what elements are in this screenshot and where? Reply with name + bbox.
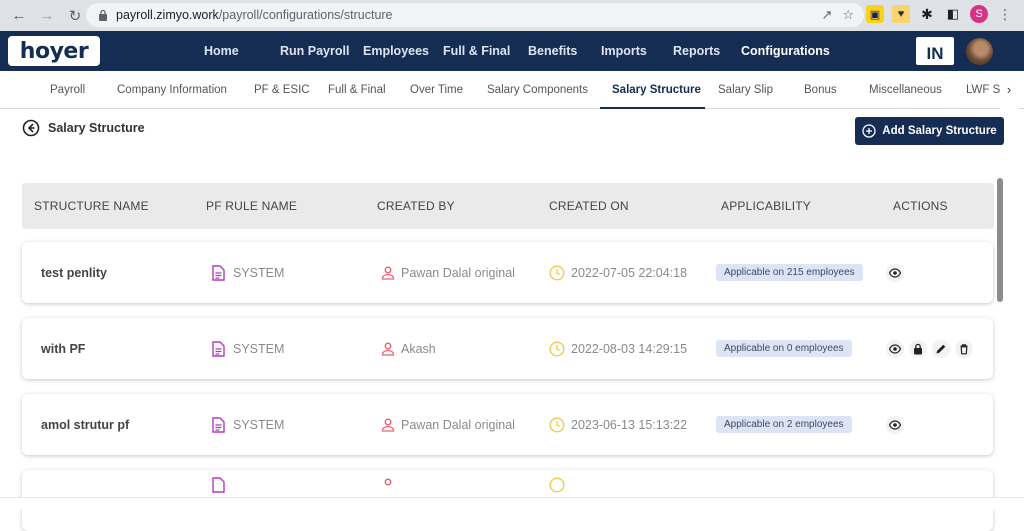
nav-configurations[interactable]: Configurations	[741, 44, 841, 58]
user-icon	[381, 266, 395, 280]
viewport-bottom-edge	[0, 497, 1024, 510]
view-icon[interactable]	[886, 263, 904, 282]
scrollbar-thumb[interactable]	[997, 178, 1003, 302]
nav-run-payroll[interactable]: Run Payroll	[280, 44, 363, 58]
tab-miscellaneous[interactable]: Miscellaneous	[869, 71, 942, 109]
tab-pf-esic[interactable]: PF & ESIC	[254, 71, 310, 109]
document-icon	[212, 340, 225, 357]
nav-home[interactable]: Home	[204, 44, 280, 58]
created-by: Pawan Dalal original	[401, 417, 515, 432]
page-header: Salary Structure	[22, 117, 145, 139]
created-on: 2022-07-05 22:04:18	[571, 265, 688, 280]
add-salary-structure-button[interactable]: Add Salary Structure	[855, 117, 1004, 145]
config-tabs: Payroll Company Information PF & ESIC Fu…	[0, 71, 1024, 109]
structure-name: amol strutur pf	[41, 417, 130, 432]
tab-full-final[interactable]: Full & Final	[328, 71, 386, 109]
col-actions: ACTIONS	[893, 199, 948, 213]
created-on: 2023-06-13 15:13:22	[571, 417, 688, 432]
clock-icon	[549, 340, 565, 357]
extension-1-icon[interactable]: ▣	[866, 5, 884, 23]
add-button-label: Add Salary Structure	[882, 125, 997, 137]
user-icon	[381, 418, 395, 432]
col-applicability: APPLICABILITY	[721, 199, 811, 213]
url-path: /payroll/configurations/structure	[218, 8, 393, 22]
structure-name: with PF	[41, 341, 86, 356]
col-created-by: CREATED BY	[377, 199, 455, 213]
table-header: STRUCTURE NAME PF RULE NAME CREATED BY C…	[22, 183, 994, 229]
created-by: Akash	[401, 341, 436, 356]
applicability-badge: Applicable on 0 employees	[716, 340, 852, 357]
document-icon	[212, 264, 225, 281]
view-icon[interactable]	[886, 339, 904, 358]
active-tab-indicator	[600, 107, 705, 109]
clock-icon	[549, 264, 565, 281]
nav-employees[interactable]: Employees	[363, 44, 443, 58]
reload-icon[interactable]: ↻	[64, 5, 86, 27]
clock-icon	[549, 416, 565, 433]
tab-payroll[interactable]: Payroll	[50, 71, 85, 109]
nav-imports[interactable]: Imports	[601, 44, 673, 58]
lock-icon[interactable]	[909, 339, 927, 358]
created-by: Pawan Dalal original	[401, 265, 515, 280]
back-arrow-icon[interactable]: ←	[8, 5, 30, 27]
user-icon	[381, 342, 395, 356]
page-title: Salary Structure	[48, 121, 145, 135]
address-bar[interactable]: payroll.zimyo.work/payroll/configuration…	[86, 3, 864, 27]
tab-lwf-clip: LWF S	[955, 71, 1000, 108]
main-nav: Home Run Payroll Employees Full & Final …	[204, 31, 841, 71]
pf-rule-name: SYSTEM	[233, 265, 285, 280]
url-host: payroll.zimyo.work	[116, 8, 219, 22]
pf-rule-name: SYSTEM	[233, 341, 285, 356]
created-on: 2022-08-03 14:29:15	[571, 341, 688, 356]
tab-company-information[interactable]: Company Information	[117, 71, 227, 109]
menu-kebab-icon[interactable]: ⋮	[996, 5, 1014, 23]
chevron-right-icon[interactable]: ›	[1000, 71, 1018, 109]
profile-avatar[interactable]: S	[970, 5, 988, 23]
puzzle-icon[interactable]: ✱	[918, 5, 936, 23]
delete-icon[interactable]	[955, 339, 973, 358]
tab-salary-structure[interactable]: Salary Structure	[612, 71, 701, 109]
user-icon	[384, 478, 392, 485]
sidebar-icon[interactable]: ◧	[944, 5, 962, 23]
applicability-badge: Applicable on 2 employees	[716, 416, 852, 433]
forward-arrow-icon[interactable]: →	[36, 5, 58, 27]
table-row[interactable]: amol strutur pf SYSTEM Pawan Dalal origi…	[22, 394, 993, 455]
col-created-on: CREATED ON	[549, 199, 629, 213]
nav-benefits[interactable]: Benefits	[528, 44, 601, 58]
table-row[interactable]: with PF SYSTEM Akash 2022-08-03 14:29:15…	[22, 318, 993, 379]
pf-rule-name: SYSTEM	[233, 417, 285, 432]
structure-name: test penlity	[41, 265, 107, 280]
tab-salary-components[interactable]: Salary Components	[487, 71, 588, 109]
top-navigation: hoyer Home Run Payroll Employees Full & …	[0, 31, 1024, 71]
browser-toolbar: ← → ↻ payroll.zimyo.work/payroll/configu…	[0, 0, 1024, 31]
tab-over-time[interactable]: Over Time	[410, 71, 463, 109]
tab-bonus[interactable]: Bonus	[804, 71, 837, 109]
document-icon	[212, 416, 225, 433]
logo[interactable]: hoyer	[8, 36, 100, 66]
extension-2-icon[interactable]: ♥	[892, 5, 910, 23]
col-pf-rule-name: PF RULE NAME	[206, 199, 298, 213]
tab-salary-slip[interactable]: Salary Slip	[718, 71, 773, 109]
country-badge[interactable]: IN	[916, 37, 954, 65]
tab-lwf[interactable]: LWF S	[966, 71, 1000, 108]
avatar[interactable]	[966, 38, 993, 65]
share-icon[interactable]: ↗	[821, 7, 832, 23]
applicability-badge: Applicable on 215 employees	[716, 264, 863, 281]
nav-full-final[interactable]: Full & Final	[443, 44, 528, 58]
back-circle-icon[interactable]	[22, 119, 40, 137]
nav-reports[interactable]: Reports	[673, 44, 741, 58]
add-circle-icon	[862, 124, 876, 138]
clock-icon	[549, 476, 565, 493]
document-icon	[212, 476, 225, 493]
edit-icon[interactable]	[932, 339, 950, 358]
table-row[interactable]: test penlity SYSTEM Pawan Dalal original…	[22, 242, 993, 303]
col-structure-name: STRUCTURE NAME	[34, 199, 149, 213]
lock-icon	[99, 9, 107, 21]
star-icon[interactable]: ☆	[842, 7, 854, 23]
view-icon[interactable]	[886, 415, 904, 434]
